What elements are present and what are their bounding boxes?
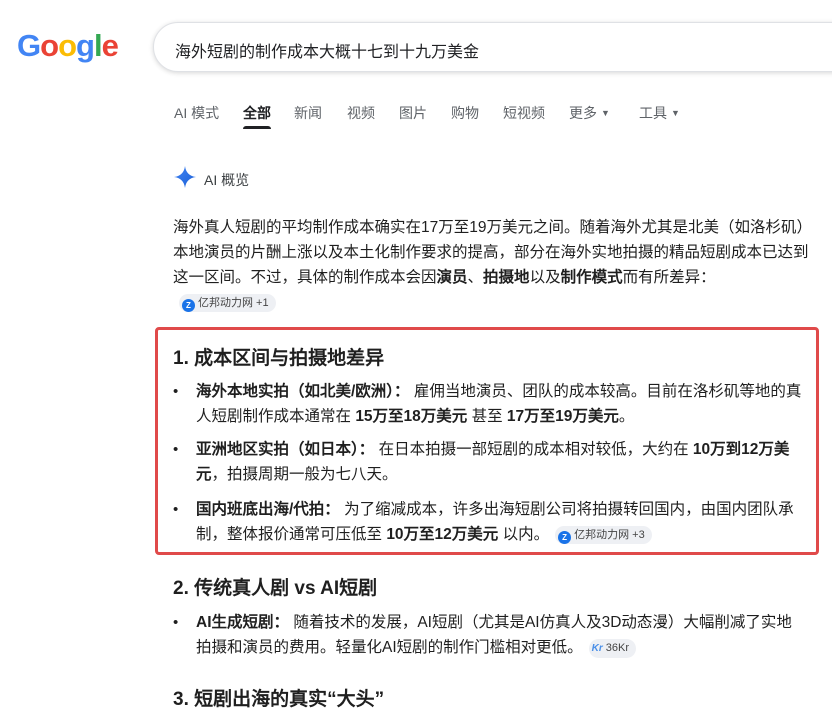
- item-heading: 亚洲地区实拍（如日本）：: [196, 441, 375, 458]
- tab-more[interactable]: 更多 ▼: [569, 103, 610, 123]
- tab-ai-mode[interactable]: AI 模式: [174, 103, 219, 123]
- search-box[interactable]: 海外短剧的制作成本大概十七到十九万美金: [153, 22, 832, 72]
- bold-text: 15万至18万美元: [355, 408, 468, 425]
- bold-text: 制作模式: [560, 269, 623, 286]
- google-logo[interactable]: Google: [17, 28, 119, 64]
- bold-text: 演员: [436, 269, 468, 286]
- list-item: • 海外本地实拍（如北美/欧洲）： 雇佣当地演员、团队的成本较高。目前在洛杉矶等…: [173, 379, 805, 429]
- logo-letter: g: [76, 28, 95, 63]
- bullet-icon: •: [173, 383, 179, 400]
- source-chip[interactable]: Z 亿邦动力网 +1: [179, 294, 276, 312]
- search-query[interactable]: 海外短剧的制作成本大概十七到十九万美金: [175, 38, 479, 62]
- text: 甚至: [467, 408, 507, 425]
- list-item: • AI生成短剧： 随着技术的发展，AI短剧（尤其是AI仿真人及3D动态漫）大幅…: [173, 610, 805, 660]
- source-chip-label: 36Kr: [605, 642, 630, 654]
- bold-text: 拍摄地: [483, 269, 530, 286]
- list-item: • 国内班底出海/代拍： 为了缩减成本，许多出海短剧公司将拍摄转回国内，由国内团…: [173, 497, 805, 547]
- section-heading: 3. 短剧出海的真实“大头”: [173, 689, 385, 710]
- active-tab-underline: [243, 126, 271, 129]
- tab-short-videos[interactable]: 短视频: [503, 103, 545, 123]
- section-heading: 1. 成本区间与拍摄地差异: [173, 348, 385, 369]
- ai-overview-label: AI 概览: [204, 172, 250, 188]
- text: 以及: [529, 269, 561, 286]
- text: 在日本拍摄一部短剧的成本相对较低，大约在: [374, 441, 693, 458]
- source-chip[interactable]: Kr 36Kr: [588, 639, 637, 658]
- tab-tools[interactable]: 工具 ▼: [639, 103, 680, 123]
- source-chip-label: 亿邦动力网 +1: [198, 297, 269, 309]
- kr-logo-icon: Kr: [591, 643, 603, 654]
- item-heading: 海外本地实拍（如北美/欧洲）：: [196, 383, 410, 400]
- logo-letter: e: [101, 28, 119, 63]
- tab-videos[interactable]: 视频: [347, 103, 375, 123]
- source-chip[interactable]: Z 亿邦动力网 +3: [555, 526, 652, 544]
- section-heading: 2. 传统真人剧 vs AI短剧: [173, 578, 378, 599]
- bullet-icon: •: [173, 501, 179, 518]
- caret-down-icon: ▼: [671, 108, 680, 118]
- logo-letter: o: [40, 28, 59, 63]
- text: 而有所差异：: [622, 269, 716, 286]
- item-heading: 国内班底出海/代拍：: [196, 501, 340, 518]
- logo-letter: G: [17, 28, 41, 63]
- text: ，拍摄周期一般为七八天。: [211, 466, 398, 483]
- bullet-icon: •: [173, 441, 179, 458]
- bullet-icon: •: [173, 614, 179, 631]
- text: 、: [467, 269, 484, 286]
- source-logo-icon: Z: [558, 531, 572, 544]
- tab-shopping[interactable]: 购物: [451, 103, 479, 123]
- list-item: • 亚洲地区实拍（如日本）： 在日本拍摄一部短剧的成本相对较低，大约在 10万到…: [173, 437, 805, 487]
- logo-letter: l: [93, 28, 103, 63]
- tab-news[interactable]: 新闻: [294, 103, 322, 123]
- bold-text: 10万至12万美元: [386, 526, 499, 543]
- item-heading: AI生成短剧：: [196, 614, 290, 631]
- tab-all[interactable]: 全部: [243, 103, 271, 123]
- tab-more-label: 更多: [569, 105, 597, 121]
- tab-images[interactable]: 图片: [399, 103, 427, 123]
- logo-letter: o: [58, 28, 77, 63]
- source-logo-icon: Z: [182, 299, 195, 312]
- ai-summary-paragraph: 海外真人短剧的平均制作成本确实在17万至19万美元之间。随着海外尤其是北美（如洛…: [173, 215, 813, 315]
- caret-down-icon: ▼: [601, 108, 610, 118]
- source-chip-label: 亿邦动力网 +3: [574, 529, 645, 541]
- text: 以内。: [498, 526, 550, 543]
- tab-tools-label: 工具: [639, 105, 667, 121]
- sparkle-icon: [174, 166, 196, 188]
- bold-text: 17万至19万美元: [506, 408, 619, 425]
- text: 。: [618, 408, 635, 425]
